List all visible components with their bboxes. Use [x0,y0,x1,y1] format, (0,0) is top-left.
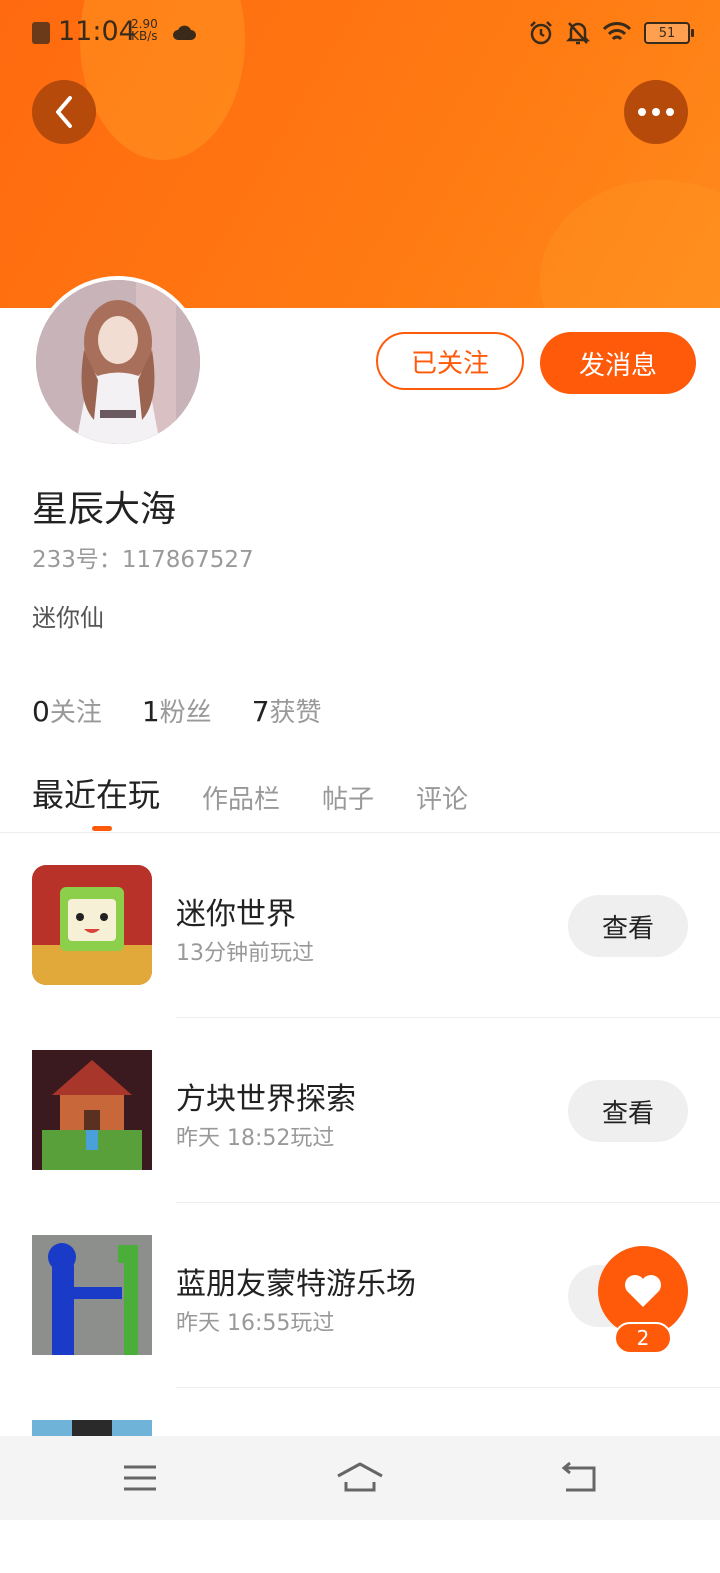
battery-level: 51 [658,25,676,41]
game-icon-blue-friend [32,1235,152,1355]
profile-tabs: 最近在玩 作品栏 帖子 评论 [32,770,468,831]
stat-fans-label: 粉丝 [159,698,212,728]
alarm-icon [530,21,552,45]
stat-likes: 7获赞 [252,692,322,729]
list-item[interactable]: 迷你世界 13分钟前玩过 查看 [0,833,720,1018]
list-item[interactable]: 方块世界探索 昨天 18:52玩过 查看 [0,1018,720,1203]
system-nav-bar [0,1436,720,1520]
network-speed: 2.90 KB/s [131,18,158,42]
game-name: 蓝朋友蒙特游乐场 [176,1267,416,1302]
wifi-icon [602,22,632,41]
status-icons: 51 [528,18,694,48]
stat-fans[interactable]: 1粉丝 [142,692,212,729]
menu-icon [124,1465,156,1491]
heart-icon [625,1275,661,1307]
avatar-illustration [36,280,200,444]
profile-header: 11:04 2.90 KB/s 51 [0,0,720,308]
stat-likes-count: 7 [251,695,270,728]
cloud-icon [173,25,196,40]
stat-fans-count: 1 [141,695,160,728]
game-last-played: 昨天 18:52玩过 [176,1126,335,1151]
status-bar: 11:04 2.90 KB/s 51 [0,0,720,66]
tab-posts[interactable]: 帖子 [322,779,374,816]
avatar[interactable] [32,276,204,448]
view-button[interactable]: 查看 [568,1080,688,1142]
status-time: 11:04 [58,16,136,47]
game-icon-partial [32,1420,152,1436]
profile-stats: 0关注 1粉丝 7获赞 [32,692,322,729]
like-count-badge: 2 [614,1322,672,1354]
following-button[interactable]: 已关注 [376,332,524,390]
mute-bell-icon [566,22,590,45]
tab-recently-played[interactable]: 最近在玩 [32,770,160,831]
network-speed-unit: KB/s [131,29,158,43]
more-dots-icon [638,108,674,116]
game-name: 方块世界探索 [176,1082,356,1117]
stat-following[interactable]: 0关注 [32,692,102,729]
game-name: 迷你世界 [176,897,296,932]
home-icon [337,1462,383,1492]
header-decoration [540,180,720,308]
chevron-left-icon [56,96,72,128]
stat-following-count: 0 [32,695,50,728]
user-id: 233号：117867527 [32,547,254,573]
stat-likes-label: 获赞 [269,698,322,728]
battery-indicator: 51 [644,22,694,44]
tab-comments[interactable]: 评论 [416,779,468,816]
username: 星辰大海 [32,489,177,530]
avatar-image [36,280,200,444]
nav-menu-button[interactable] [122,1458,158,1502]
game-icon-mini-world [32,865,152,985]
more-button[interactable] [624,80,688,144]
game-last-played: 13分钟前玩过 [176,941,314,966]
nav-back-button[interactable] [560,1458,600,1502]
view-button[interactable]: 查看 [568,895,688,957]
stat-following-label: 关注 [49,698,102,728]
back-icon [561,1461,596,1492]
tab-works[interactable]: 作品栏 [202,779,280,816]
user-bio: 迷你仙 [32,604,104,632]
send-message-button[interactable]: 发消息 [540,332,696,394]
game-last-played: 昨天 16:55玩过 [176,1311,335,1336]
sim-icon [32,22,50,44]
nav-home-button[interactable] [336,1458,384,1502]
back-button[interactable] [32,80,96,144]
game-icon-block-world [32,1050,152,1170]
